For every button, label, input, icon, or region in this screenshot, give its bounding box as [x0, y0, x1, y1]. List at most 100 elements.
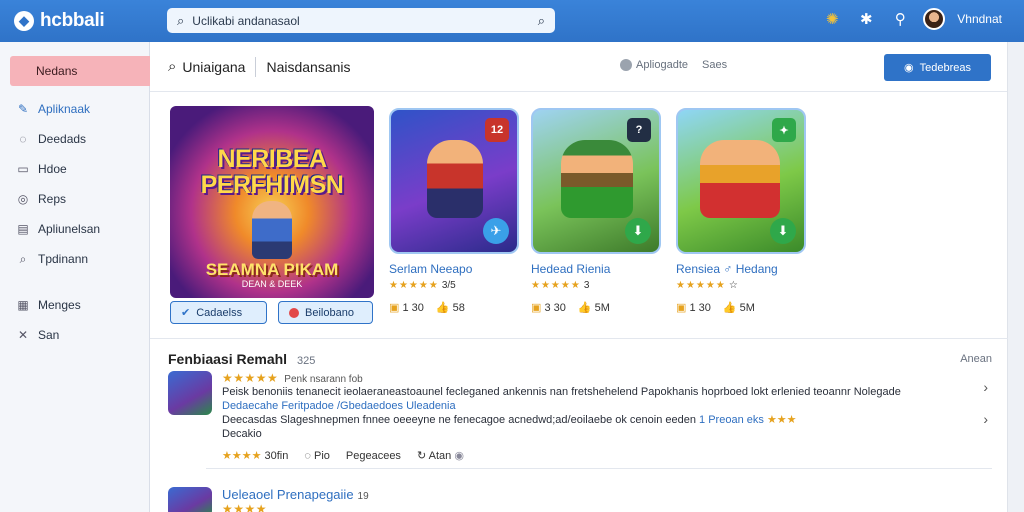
game-title[interactable]: Serlam Neeapo — [389, 262, 519, 276]
tab-label: Naisdansanis — [266, 58, 351, 75]
filter-option-2[interactable]: Saes — [702, 59, 727, 71]
review-body: Ueleaoel Prenapegaiie 19 ★★★★ — [222, 487, 962, 512]
medal-icon: ▣ — [531, 302, 542, 314]
sidebar-divider — [0, 274, 149, 290]
rating-label: ☆ — [728, 280, 738, 291]
user-add-icon[interactable]: ⚲ — [889, 8, 911, 30]
featured-button-1[interactable]: ✔ Cadaelss — [170, 301, 267, 324]
rating-stars: ★★★★★ — [389, 280, 439, 291]
brand-logo-icon: ◆ — [14, 11, 34, 31]
review-action-4[interactable]: ↻ Atan ◉ — [417, 449, 464, 462]
review-stars: ★★★★ — [222, 502, 268, 512]
review-divider — [206, 468, 992, 469]
review-text-line: Deecasdas Slageshnepmen fnnee oeeeyne ne… — [222, 413, 962, 427]
search-icon: ⌕ — [19, 251, 27, 266]
game-character-image — [561, 140, 633, 218]
sidebar-item-4[interactable]: ◎ Reps — [0, 184, 149, 214]
chevron-right-icon[interactable]: › — [983, 411, 988, 427]
game-card[interactable]: ✦ ⬇ Rensiea ♂ Hedang ★★★★★ ☆ ▣ 1 30 👍 5M — [676, 108, 806, 314]
tab-primary[interactable]: ⌕ Uniaigana — [168, 58, 245, 75]
user-name[interactable]: Vhndnat — [957, 12, 1002, 26]
expand-icon[interactable]: ✈ — [483, 218, 509, 244]
search-submit-icon[interactable]: ⌕ — [538, 13, 545, 29]
search-bar[interactable]: ⌕ ⌕ — [167, 8, 555, 33]
review-stars: ★★★★★ Penk nsarann fob — [222, 371, 363, 385]
top-bar: ◆ hcbbali ⌕ ⌕ ✺ ✱ ⚲ Vhndnat — [0, 0, 1024, 42]
list-icon: ▤ — [17, 222, 29, 236]
game-card-image: 12 ✈ — [389, 108, 519, 254]
avatar[interactable] — [923, 8, 946, 30]
download-meta: ▣ 1 30 — [676, 302, 711, 314]
game-title[interactable]: Rensiea ♂ Hedang — [676, 262, 806, 276]
sidebar-item-0[interactable]: Nedans — [10, 56, 150, 86]
tab-label: Uniaigana — [182, 58, 246, 75]
rating-stars: ★★★★★ — [531, 280, 581, 291]
sidebar-item-8[interactable]: ✕ San — [0, 320, 149, 350]
sidebar-item-5[interactable]: ▤ Apliunelsan — [0, 214, 149, 244]
game-rating: ★★★★★ ☆ — [676, 280, 806, 291]
search-input[interactable] — [192, 13, 530, 28]
review-tags-line[interactable]: Dedaecahe Feritpadoe /Gbedaedoes Uleaden… — [222, 399, 962, 413]
chat-icon: ◌ — [19, 132, 27, 146]
book-icon: ✎ — [17, 102, 29, 116]
sidebar-item-6[interactable]: ⌕ Tpdinann — [0, 244, 149, 274]
tools-icon: ✕ — [17, 328, 29, 342]
sidebar-item-1[interactable]: ✎ Apliknaak — [0, 94, 149, 124]
main-panel: ⌕ Uniaigana Naisdansanis Apliogadte Saes… — [150, 42, 1008, 512]
reviews-count: 325 — [297, 355, 316, 367]
medal-icon: ▣ — [676, 302, 687, 314]
review-title[interactable]: Ueleaoel Prenapegaiie 19 — [222, 487, 962, 502]
featured-button-2[interactable]: Beilobano — [278, 301, 373, 324]
review-item: Ueleaoel Prenapegaiie 19 ★★★★ — [168, 487, 992, 512]
filter-label: Apliogadte — [636, 59, 688, 71]
button-label: Cadaelss — [196, 306, 243, 319]
thumbs-up-icon: 👍 — [435, 302, 450, 314]
game-rating: ★★★★★ 3 — [531, 280, 661, 291]
sidebar-item-2[interactable]: ◌ Deedads — [0, 124, 149, 154]
game-card[interactable]: ? ⬇ Hedead Rienia ★★★★★ 3 ▣ 3 30 👍 5M — [531, 108, 661, 314]
review-actions: ★★★★ 30fin ◌ Pio Pegeacees ↻ Atan ◉ — [222, 449, 962, 463]
sidebar-item-label: Apliunelsan — [38, 222, 101, 236]
grid-icon: ▦ — [17, 298, 29, 312]
reviews-section: Fenbiaasi Remahl 325 Anean ★★★★★ Penk nsar… — [150, 338, 1008, 512]
tab-secondary[interactable]: Naisdansanis — [266, 59, 350, 75]
search-icon: ⌕ — [177, 12, 185, 28]
sidebar-item-label: Nedans — [36, 64, 78, 78]
rating-label: 3/5 — [441, 280, 456, 291]
primary-action-button[interactable]: ◉ Tedebreas — [884, 54, 991, 81]
review-item: ★★★★★ Penk nsarann fob Peisk benoniis ten… — [168, 371, 992, 463]
expand-icon[interactable]: ⬇ — [625, 218, 651, 244]
game-title[interactable]: Hedead Rienia — [531, 262, 661, 276]
notifications-icon[interactable]: ✱ — [855, 8, 877, 30]
reviews-header: Fenbiaasi Remahl 325 — [168, 351, 315, 367]
game-card[interactable]: 12 ✈ Serlam Neeapo ★★★★★ 3/5 ▣ 1 30 👍 58 — [389, 108, 519, 314]
featured-banner[interactable]: NERIBEA PERFHIMSN SEAMNA PIKAM DEAN & DE… — [170, 106, 374, 298]
chat-icon: ◌ — [304, 449, 311, 462]
sidebar-item-7[interactable]: ▦ Menges — [0, 290, 149, 320]
review-text-line: Decakio — [222, 428, 262, 440]
game-meta: ▣ 3 30 👍 5M — [531, 301, 661, 314]
review-game-thumbnail[interactable] — [168, 371, 212, 415]
sidebar-item-label: Apliknaak — [38, 102, 91, 116]
filter-option-1[interactable]: Apliogadte — [620, 59, 688, 72]
filter-group: Apliogadte Saes — [620, 59, 727, 72]
review-action-3[interactable]: Pegeacees — [346, 450, 401, 462]
expand-icon[interactable]: ⬇ — [770, 218, 796, 244]
review-link[interactable]: 1 Preoan eks — [699, 414, 764, 426]
featured-small-text: DEAN & DEEK — [241, 279, 303, 289]
reviews-title: Fenbiaasi Remahl — [168, 351, 288, 367]
review-game-thumbnail[interactable] — [168, 487, 212, 512]
chevron-right-icon[interactable]: › — [983, 379, 988, 395]
brand[interactable]: ◆ hcbbali — [14, 10, 164, 32]
sidebar-item-label: San — [38, 328, 60, 342]
settings-icon[interactable]: ✺ — [821, 8, 843, 30]
reply-button[interactable]: ◌ Pio — [304, 450, 330, 462]
see-all-link[interactable]: Anean — [960, 353, 992, 365]
more-icon: ◉ — [454, 450, 464, 462]
sidebar-item-label: Deedads — [38, 132, 87, 146]
thumbs-up-icon: 👍 — [722, 302, 737, 314]
filter-dot-icon — [620, 59, 632, 72]
sidebar-item-3[interactable]: ▭ Hdoe — [0, 154, 149, 184]
brand-name: hcbbali — [40, 10, 105, 31]
sidebar: Nedans ✎ Apliknaak ◌ Deedads ▭ Hdoe ◎ Re… — [0, 42, 150, 512]
